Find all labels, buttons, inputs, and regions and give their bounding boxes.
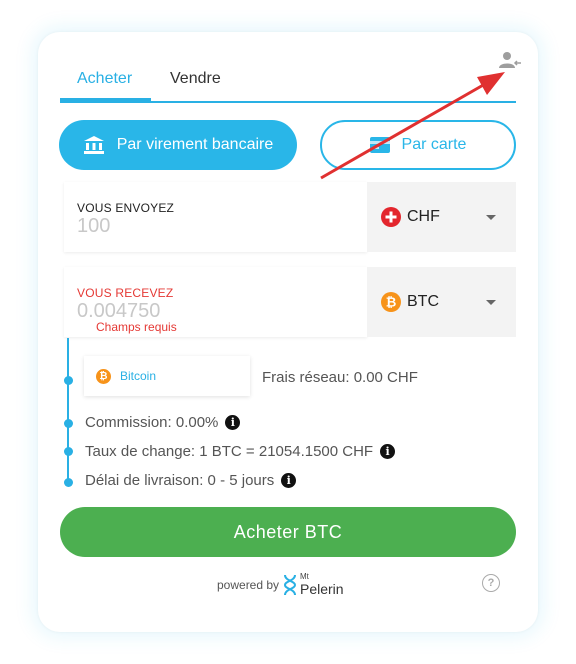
bank-transfer-label: Par virement bancaire bbox=[116, 136, 274, 153]
commission-text: Commission: 0.00% bbox=[85, 414, 219, 431]
details-timeline bbox=[67, 338, 69, 484]
chevron-down-icon bbox=[486, 215, 496, 220]
send-amount-field[interactable]: VOUS ENVOYEZ 100 bbox=[64, 182, 367, 252]
send-currency-select[interactable]: CHF bbox=[367, 182, 516, 252]
exchange-rate-text: Taux de change: 1 BTC = 21054.1500 CHF bbox=[85, 443, 374, 460]
buy-button[interactable]: Acheter BTC bbox=[60, 507, 516, 557]
pelerin-logo-icon bbox=[283, 574, 297, 596]
receive-amount-field[interactable]: VOUS RECEVEZ 0.004750 Champs requis bbox=[64, 267, 367, 337]
network-fee: Frais réseau: 0.00 CHF bbox=[262, 369, 418, 386]
brand-small: Mt bbox=[300, 572, 309, 581]
chevron-down-icon bbox=[486, 300, 496, 305]
receive-error-text: Champs requis bbox=[96, 320, 177, 334]
delivery-row: Délai de livraison: 0 - 5 jours i bbox=[85, 472, 297, 489]
pelerin-logo[interactable]: Mt Pelerin bbox=[282, 572, 352, 598]
tab-active-indicator bbox=[60, 98, 151, 102]
tab-buy[interactable]: Acheter bbox=[77, 70, 132, 88]
swiss-flag-icon bbox=[381, 207, 401, 227]
network-name: Bitcoin bbox=[120, 369, 157, 383]
bank-icon bbox=[83, 135, 105, 155]
powered-by-text: powered by bbox=[217, 578, 280, 592]
bitcoin-icon: ₿ bbox=[381, 292, 401, 312]
info-icon[interactable]: i bbox=[281, 473, 297, 488]
receive-currency-label: BTC bbox=[407, 293, 439, 310]
receive-label: VOUS RECEVEZ bbox=[77, 286, 174, 300]
send-label: VOUS ENVOYEZ bbox=[77, 201, 175, 215]
send-amount-input[interactable]: 100 bbox=[77, 215, 110, 238]
bitcoin-icon: ₿ bbox=[96, 368, 111, 384]
help-icon[interactable]: ? bbox=[482, 574, 500, 592]
timeline-dot bbox=[63, 478, 73, 487]
bank-transfer-button[interactable]: Par virement bancaire bbox=[59, 120, 297, 170]
info-icon[interactable]: i bbox=[380, 444, 396, 459]
exchange-rate-row: Taux de change: 1 BTC = 21054.1500 CHF i bbox=[85, 443, 396, 460]
svg-text:₿: ₿ bbox=[386, 296, 397, 311]
delivery-text: Délai de livraison: 0 - 5 jours bbox=[85, 472, 275, 489]
send-currency-label: CHF bbox=[407, 208, 440, 225]
commission-row: Commission: 0.00% i bbox=[85, 414, 241, 431]
timeline-dot bbox=[63, 376, 73, 385]
timeline-dot bbox=[63, 419, 73, 428]
timeline-dot bbox=[63, 447, 73, 456]
info-icon[interactable]: i bbox=[225, 415, 241, 430]
brand-name: Pelerin bbox=[300, 581, 344, 597]
receive-currency-select[interactable]: ₿ BTC bbox=[367, 267, 516, 337]
tab-sell[interactable]: Vendre bbox=[170, 70, 221, 88]
network-select[interactable]: ₿ Bitcoin bbox=[84, 356, 250, 396]
annotation-arrow bbox=[320, 72, 505, 180]
